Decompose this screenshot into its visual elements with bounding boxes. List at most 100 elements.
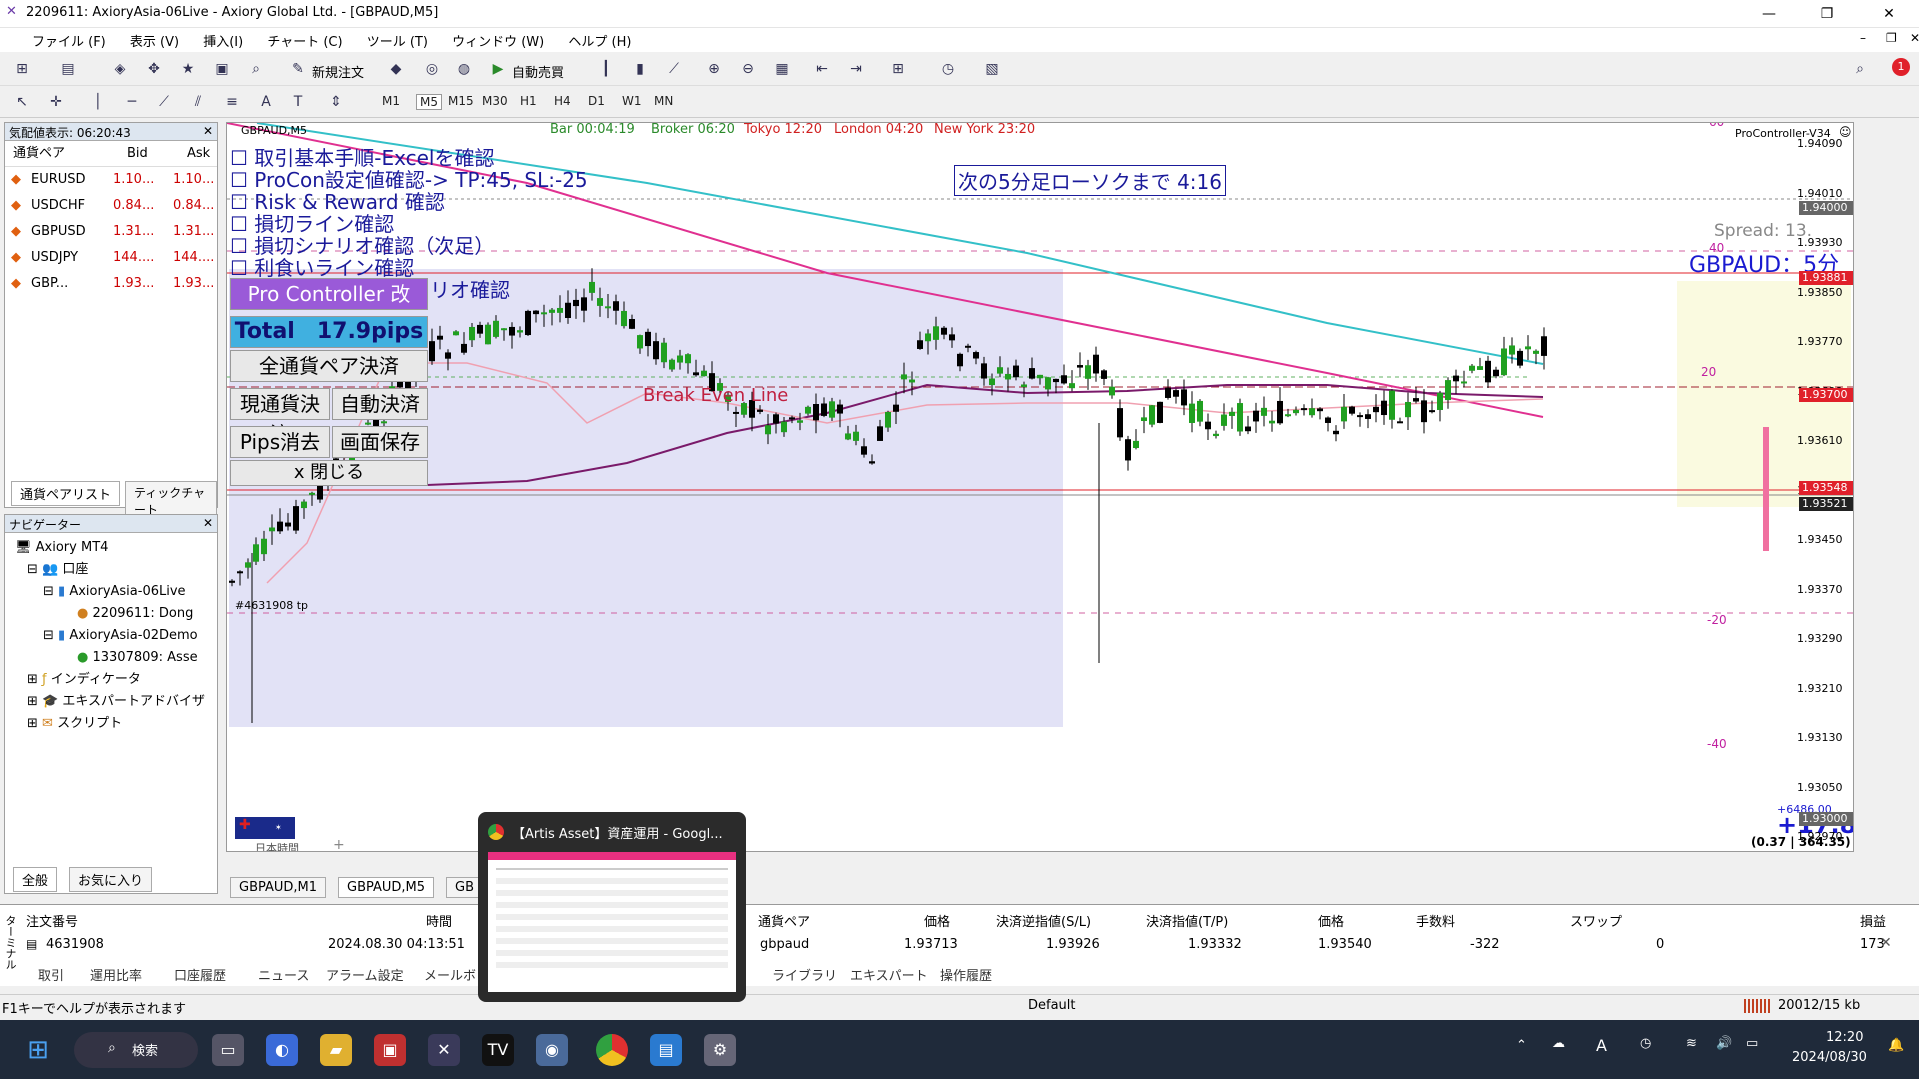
checklist-item[interactable]: ☐ 利食いライン確認	[230, 252, 414, 281]
auto-trading-button[interactable]: 自動売買	[512, 62, 564, 81]
data-window-icon[interactable]: ✥	[142, 57, 166, 81]
auto-trading-icon[interactable]: ▶	[486, 57, 510, 81]
tf-h1[interactable]: H1	[520, 94, 537, 108]
menu-chart[interactable]: チャート (C)	[257, 28, 352, 53]
clock-time[interactable]: 12:20	[1826, 1030, 1863, 1045]
menu-help[interactable]: ヘルプ (H)	[558, 28, 641, 53]
periods-icon[interactable]: ◷	[936, 57, 960, 81]
clock-date[interactable]: 2024/08/30	[1792, 1050, 1867, 1065]
tab-library[interactable]: ライブラリ	[772, 965, 837, 984]
menu-view[interactable]: 表示 (V)	[120, 28, 189, 53]
maximize-button[interactable]: ❐	[1804, 0, 1850, 28]
close-order-icon[interactable]: ✕	[1880, 935, 1892, 951]
meta-editor-icon[interactable]: ◆	[384, 57, 408, 81]
col-cur-price[interactable]: 価格	[1318, 911, 1344, 930]
tf-m30[interactable]: M30	[482, 94, 508, 108]
col-tp[interactable]: 決済指値(T/P)	[1146, 911, 1228, 930]
col-sl[interactable]: 決済逆指値(S/L)	[996, 911, 1091, 930]
copilot-icon[interactable]: ◐	[266, 1034, 298, 1066]
taskbar-search[interactable]: ⌕ 検索	[74, 1032, 198, 1068]
chart-shift-icon[interactable]: ⇤	[810, 57, 834, 81]
tree-item[interactable]: ● 13307809: Asse	[15, 647, 205, 669]
text-icon[interactable]: A	[254, 90, 278, 114]
crosshair-icon[interactable]: ✛	[44, 90, 68, 114]
tester-icon[interactable]: ⌕	[244, 57, 268, 81]
wifi-icon[interactable]: ≋	[1686, 1036, 1697, 1051]
line-chart-icon[interactable]: ⟋	[662, 57, 686, 81]
close-window-button[interactable]: ✕	[1866, 0, 1912, 28]
horizontal-line-icon[interactable]: ─	[120, 90, 144, 114]
tree-item[interactable]: ⊞ 🎓 エキスパートアドバイザ	[15, 691, 205, 713]
cloud-icon[interactable]: ☁	[1552, 1036, 1565, 1051]
tab-news[interactable]: ニュース	[258, 965, 309, 984]
header-ask[interactable]: Ask	[187, 141, 210, 167]
tree-item[interactable]: ⊟ ▮ AxioryAsia-02Demo	[15, 625, 205, 647]
new-order-button[interactable]: 新規注文	[312, 62, 364, 81]
tf-d1[interactable]: D1	[588, 94, 605, 108]
tab-mailbox[interactable]: メールボ	[424, 965, 476, 984]
close-panel-button[interactable]: x 閉じる	[230, 460, 428, 486]
templates-icon[interactable]: ▧	[980, 57, 1004, 81]
arrows-icon[interactable]: ⇕	[324, 90, 348, 114]
header-pair[interactable]: 通貨ペア	[13, 141, 65, 167]
minimize-button[interactable]: —	[1746, 0, 1792, 28]
quote-row[interactable]: ◆ USDJPY 144.... 144....	[5, 245, 217, 271]
tab-favorites[interactable]: お気に入り	[69, 867, 153, 892]
tf-mn[interactable]: MN	[654, 94, 673, 108]
clock-icon[interactable]: ◷	[1640, 1036, 1651, 1051]
col-price[interactable]: 価格	[924, 911, 950, 930]
terminal-icon[interactable]: ▣	[210, 57, 234, 81]
col-time[interactable]: 時間	[426, 911, 452, 930]
col-order[interactable]: 注文番号	[26, 911, 78, 930]
clear-pips-button[interactable]: Pips消去	[230, 426, 330, 458]
volume-icon[interactable]: 🔊	[1716, 1036, 1732, 1051]
quote-row[interactable]: ◆ GBP... 1.93... 1.93...	[5, 271, 217, 297]
tree-item[interactable]: ● 2209611: Dong	[15, 603, 205, 625]
fibo-icon[interactable]: ≡	[220, 90, 244, 114]
bar-chart-icon[interactable]: ┃	[594, 57, 618, 81]
tile-windows-icon[interactable]: ▦	[770, 57, 794, 81]
add-icon[interactable]: +	[333, 837, 345, 851]
tradingview-icon[interactable]: TV	[482, 1034, 514, 1066]
save-screen-button[interactable]: 画面保存	[332, 426, 428, 458]
zoom-out-icon[interactable]: ⊖	[736, 57, 760, 81]
menu-file[interactable]: ファイル (F)	[0, 28, 116, 53]
close-panel-icon[interactable]: ✕	[203, 516, 213, 530]
tf-m1[interactable]: M1	[382, 94, 400, 108]
tf-m15[interactable]: M15	[448, 94, 474, 108]
vertical-line-icon[interactable]: │	[86, 90, 110, 114]
quote-row[interactable]: ◆ EURUSD 1.10... 1.10...	[5, 167, 217, 193]
search-icon[interactable]: ⌕	[1848, 57, 1872, 81]
channel-icon[interactable]: ⫽	[186, 90, 210, 114]
col-profit[interactable]: 損益	[1860, 911, 1886, 930]
candlestick-icon[interactable]: ▮	[628, 57, 652, 81]
navigator-icon[interactable]: ★	[176, 57, 200, 81]
app-icon[interactable]: ▤	[650, 1034, 682, 1066]
tf-m5[interactable]: M5	[416, 94, 442, 110]
tree-item[interactable]: ⊞ ✉ スクリプト	[15, 713, 205, 735]
menu-insert[interactable]: 挿入(I)	[193, 28, 253, 53]
signals-icon[interactable]: ◎	[420, 57, 444, 81]
tab-chart-m1[interactable]: GBPAUD,M1	[230, 877, 327, 898]
profiles-icon[interactable]: ▤	[56, 57, 80, 81]
app-icon[interactable]: ◉	[536, 1034, 568, 1066]
tab-exposure[interactable]: 運用比率	[90, 965, 142, 984]
tab-chart-m5[interactable]: GBPAUD,M5	[338, 877, 435, 898]
mdi-minimize-icon[interactable]: –	[1850, 28, 1876, 48]
tree-item[interactable]: ⊞ ƒ インディケータ	[15, 669, 205, 691]
tree-item[interactable]: 🖥 Axiory MT4	[15, 537, 205, 559]
text-label-icon[interactable]: T	[286, 90, 310, 114]
settings-icon[interactable]: ⚙	[704, 1034, 736, 1066]
cursor-icon[interactable]: ↖	[10, 90, 34, 114]
indicators-icon[interactable]: ⊞	[886, 57, 910, 81]
market-watch-icon[interactable]: ◈	[108, 57, 132, 81]
quote-row[interactable]: ◆ USDCHF 0.84... 0.84...	[5, 193, 217, 219]
tf-w1[interactable]: W1	[622, 94, 642, 108]
new-order-icon[interactable]: ✎	[286, 57, 310, 81]
ime-indicator[interactable]: A	[1596, 1036, 1607, 1055]
tab-symbols[interactable]: 通貨ペアリスト	[11, 481, 121, 506]
tf-h4[interactable]: H4	[554, 94, 571, 108]
chevron-up-icon[interactable]: ⌃	[1516, 1038, 1527, 1053]
tab-history[interactable]: 口座履歴	[174, 965, 226, 984]
notification-bell-icon[interactable]: 🔔	[1888, 1038, 1904, 1053]
